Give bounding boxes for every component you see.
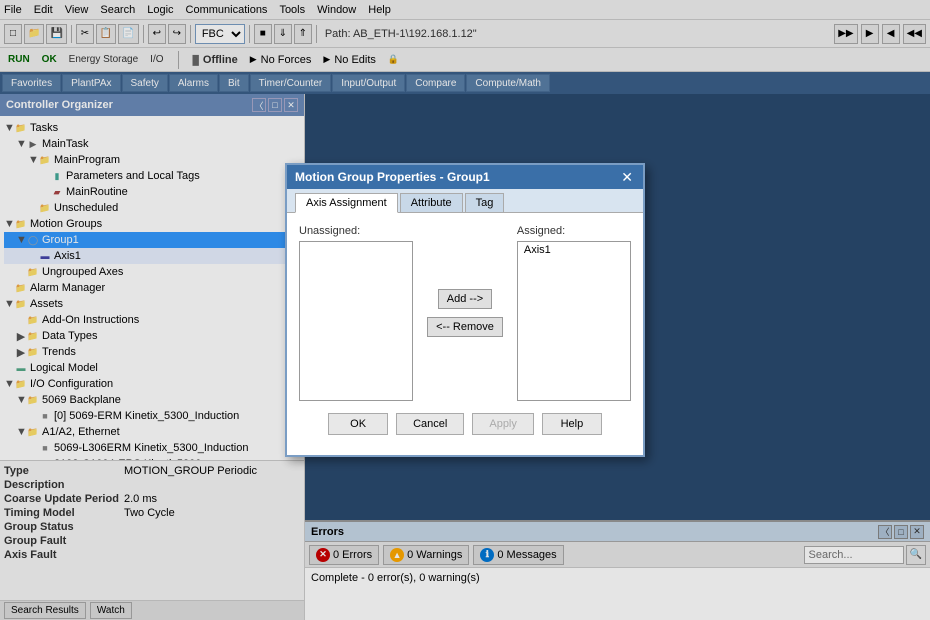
modal-tabs: Axis Assignment Attribute Tag — [287, 189, 643, 213]
modal-columns: Unassigned: Add --> <-- Remove Assigned:… — [299, 225, 631, 401]
unassigned-header: Unassigned: — [299, 225, 413, 237]
apply-btn[interactable]: Apply — [472, 413, 534, 435]
modal-close-btn[interactable]: ✕ — [619, 169, 635, 186]
modal-overlay: Motion Group Properties - Group1 ✕ Axis … — [0, 0, 930, 620]
modal-body: Unassigned: Add --> <-- Remove Assigned:… — [287, 213, 643, 455]
assigned-header: Assigned: — [517, 225, 631, 237]
modal-titlebar: Motion Group Properties - Group1 ✕ — [287, 165, 643, 189]
add-btn[interactable]: Add --> — [438, 289, 492, 309]
remove-btn[interactable]: <-- Remove — [427, 317, 503, 337]
modal-tab-axis-assignment[interactable]: Axis Assignment — [295, 193, 398, 213]
help-btn[interactable]: Help — [542, 413, 602, 435]
modal-col-unassigned: Unassigned: — [299, 225, 413, 401]
modal-arrows: Add --> <-- Remove — [423, 225, 507, 401]
modal-tab-tag[interactable]: Tag — [465, 193, 505, 212]
modal-title: Motion Group Properties - Group1 — [295, 170, 490, 184]
modal-tab-attribute[interactable]: Attribute — [400, 193, 463, 212]
modal-col-assigned: Assigned: Axis1 — [517, 225, 631, 401]
cancel-btn[interactable]: Cancel — [396, 413, 464, 435]
unassigned-listbox[interactable] — [299, 241, 413, 401]
assigned-listbox[interactable]: Axis1 — [517, 241, 631, 401]
motion-group-dialog: Motion Group Properties - Group1 ✕ Axis … — [285, 163, 645, 457]
ok-btn[interactable]: OK — [328, 413, 388, 435]
assigned-item-axis1[interactable]: Axis1 — [518, 242, 630, 258]
modal-btn-row: OK Cancel Apply Help — [299, 413, 631, 443]
